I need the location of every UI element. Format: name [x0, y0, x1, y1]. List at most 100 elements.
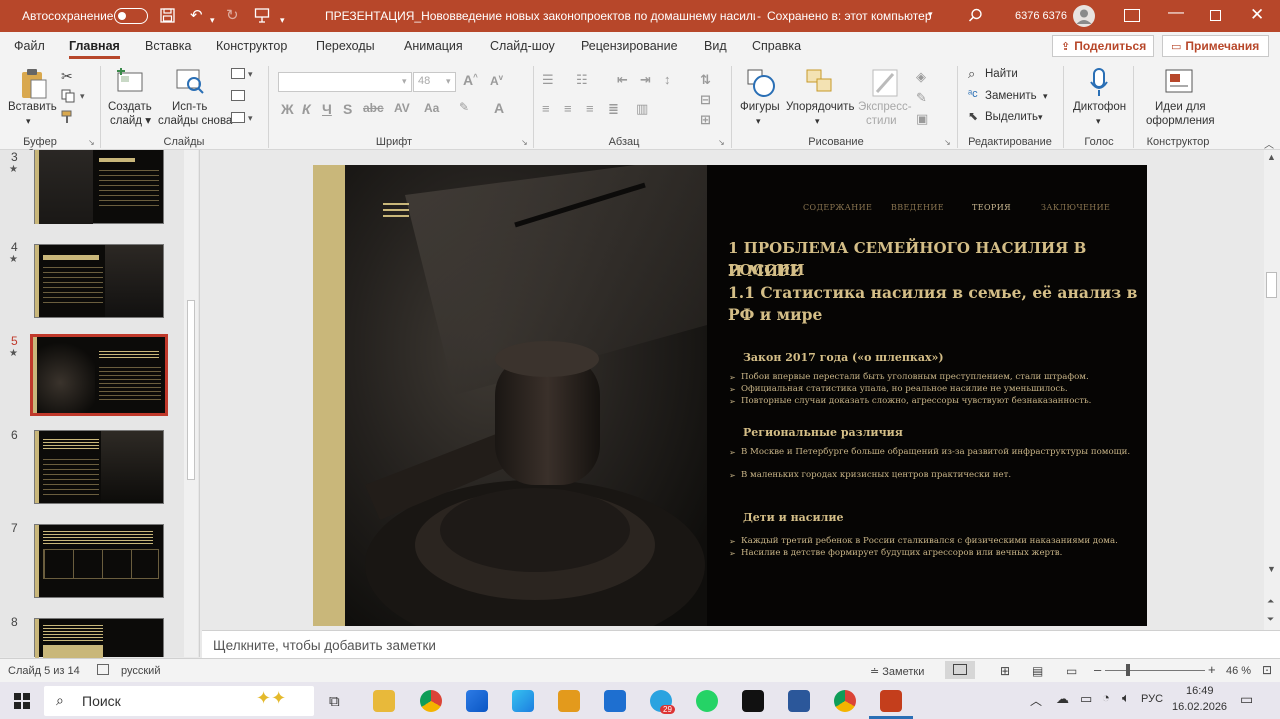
- fit-slide-icon[interactable]: ⊡: [1262, 663, 1272, 677]
- previous-slide-icon[interactable]: ⏶: [1267, 596, 1274, 607]
- store-icon[interactable]: [466, 690, 488, 712]
- user-name[interactable]: 6376 6376: [1015, 10, 1067, 22]
- app-icon[interactable]: [512, 690, 534, 712]
- select-chevron-icon[interactable]: ▾: [1038, 110, 1043, 124]
- tab-design[interactable]: Конструктор: [216, 39, 287, 53]
- app-icon[interactable]: [742, 690, 764, 712]
- slide-thumbnail-6[interactable]: [34, 430, 164, 504]
- close-icon[interactable]: ✕: [1250, 5, 1264, 25]
- paragraph-launcher-icon[interactable]: ↘: [718, 138, 725, 147]
- maximize-icon[interactable]: [1210, 10, 1221, 21]
- comments-button[interactable]: ▭ Примечания: [1162, 35, 1269, 57]
- input-language[interactable]: РУС: [1141, 693, 1163, 705]
- scrollbar-thumb[interactable]: [1266, 272, 1277, 298]
- bold-icon[interactable]: Ж: [281, 101, 294, 117]
- layout-chevron-icon[interactable]: ▾: [248, 69, 253, 80]
- customize-qat-icon[interactable]: ▾: [280, 12, 285, 28]
- columns-icon[interactable]: ▥: [636, 101, 648, 117]
- notifications-icon[interactable]: ▭: [1240, 691, 1253, 708]
- underline-icon[interactable]: Ч: [322, 101, 332, 117]
- replace-chevron-icon[interactable]: ▾: [1043, 89, 1048, 103]
- reset-icon[interactable]: [231, 90, 245, 101]
- italic-icon[interactable]: К: [302, 101, 311, 117]
- notes-button[interactable]: ≐ Заметки: [870, 665, 924, 678]
- layout-icon[interactable]: [231, 68, 245, 79]
- microphone-icon[interactable]: [1089, 68, 1109, 101]
- task-view-icon[interactable]: ⧉: [329, 693, 340, 710]
- onedrive-icon[interactable]: ☁: [1056, 691, 1069, 707]
- section-chevron-icon[interactable]: ▾: [248, 113, 253, 124]
- arrange-chevron-icon[interactable]: ▾: [815, 114, 820, 128]
- avatar[interactable]: [1073, 5, 1095, 27]
- new-slide-icon[interactable]: [115, 68, 145, 97]
- tab-help[interactable]: Справка: [752, 39, 801, 53]
- autosave-toggle[interactable]: [114, 8, 148, 27]
- tab-view[interactable]: Вид: [704, 39, 727, 53]
- zoom-slider[interactable]: [1105, 670, 1205, 671]
- change-case-icon[interactable]: Aa: [424, 101, 439, 115]
- slide-thumbnail-3[interactable]: [34, 150, 164, 224]
- nav-conclusion[interactable]: ЗАКЛЮЧЕНИЕ: [1041, 203, 1110, 212]
- arrange-icon[interactable]: [805, 68, 835, 101]
- chrome-icon[interactable]: [420, 690, 442, 712]
- align-text-icon[interactable]: ⊟: [700, 92, 711, 108]
- font-color-icon[interactable]: A: [494, 100, 504, 116]
- zoom-in-icon[interactable]: +: [1208, 662, 1216, 677]
- select-label[interactable]: Выделить: [985, 110, 1038, 124]
- select-icon[interactable]: ⬉: [968, 109, 978, 123]
- paste-icon[interactable]: [19, 68, 49, 103]
- slide-thumbnail-5[interactable]: [30, 334, 168, 416]
- reuse-slides-label-1[interactable]: Исп-ть: [172, 100, 207, 114]
- font-name-chevron-icon[interactable]: ▾: [402, 76, 407, 87]
- tab-home[interactable]: Главная: [69, 39, 120, 59]
- minimize-icon[interactable]: —: [1168, 4, 1184, 22]
- strikethrough-icon[interactable]: abc: [363, 101, 384, 115]
- file-explorer-icon[interactable]: [373, 690, 395, 712]
- slide-thumbnail-8[interactable]: [34, 618, 164, 658]
- shape-fill-icon[interactable]: ◈: [916, 69, 926, 85]
- reuse-slides-icon[interactable]: [175, 68, 205, 97]
- dictate-chevron-icon[interactable]: ▾: [1096, 114, 1101, 128]
- increase-indent-icon[interactable]: ⇥: [640, 72, 651, 88]
- char-spacing-icon[interactable]: AV: [394, 101, 410, 115]
- format-painter-icon[interactable]: [61, 110, 75, 127]
- tab-slideshow[interactable]: Слайд-шоу: [490, 39, 555, 53]
- undo-icon[interactable]: ↶: [190, 8, 203, 24]
- scroll-down-icon[interactable]: ▼: [1267, 564, 1276, 574]
- justify-icon[interactable]: ≣: [608, 101, 619, 117]
- align-left-icon[interactable]: ≡: [542, 101, 550, 116]
- grow-font-icon[interactable]: A^: [463, 72, 478, 88]
- quick-styles-icon[interactable]: [871, 68, 899, 101]
- chrome-profile-icon[interactable]: [834, 690, 856, 712]
- paste-label[interactable]: Вставить: [8, 100, 57, 114]
- save-status-chevron-icon[interactable]: ▾: [928, 9, 933, 20]
- whatsapp-icon[interactable]: [696, 690, 718, 712]
- collapse-ribbon-icon[interactable]: ︿: [1264, 136, 1274, 151]
- new-slide-label-2[interactable]: слайд ▾: [110, 114, 151, 128]
- shapes-chevron-icon[interactable]: ▾: [756, 114, 761, 128]
- shape-effects-icon[interactable]: ▣: [916, 111, 928, 127]
- font-size-chevron-icon[interactable]: ▾: [446, 76, 451, 87]
- slide-thumbnail-7[interactable]: [34, 524, 164, 598]
- undo-dropdown-icon[interactable]: ▾: [210, 12, 215, 28]
- scroll-up-icon[interactable]: ▲: [1267, 152, 1276, 162]
- replace-label[interactable]: Заменить: [985, 89, 1037, 103]
- smartart-icon[interactable]: ⊞: [700, 112, 711, 128]
- zoom-slider-thumb[interactable]: [1126, 664, 1130, 676]
- outlook-icon[interactable]: [604, 690, 626, 712]
- reuse-slides-label-2[interactable]: слайды снова: [158, 114, 232, 128]
- clock-time[interactable]: 16:49: [1186, 685, 1214, 697]
- redo-icon[interactable]: ↻: [226, 8, 239, 24]
- word-icon[interactable]: [788, 690, 810, 712]
- nav-theory[interactable]: ТЕОРИЯ: [972, 203, 1011, 212]
- numbering-icon[interactable]: ☷: [576, 72, 588, 88]
- ribbon-display-icon[interactable]: [1124, 9, 1140, 22]
- slide-info[interactable]: Слайд 5 из 14: [8, 665, 80, 677]
- designer-label-1[interactable]: Идеи для: [1155, 100, 1206, 114]
- tab-file[interactable]: Файл: [14, 39, 45, 53]
- section-icon[interactable]: [231, 112, 245, 123]
- taskbar-search[interactable]: ⌕ Поиск ✦✦: [44, 686, 314, 716]
- tab-insert[interactable]: Вставка: [145, 39, 191, 53]
- next-slide-icon[interactable]: ⏷: [1267, 614, 1274, 625]
- new-slide-label-1[interactable]: Создать: [108, 100, 152, 114]
